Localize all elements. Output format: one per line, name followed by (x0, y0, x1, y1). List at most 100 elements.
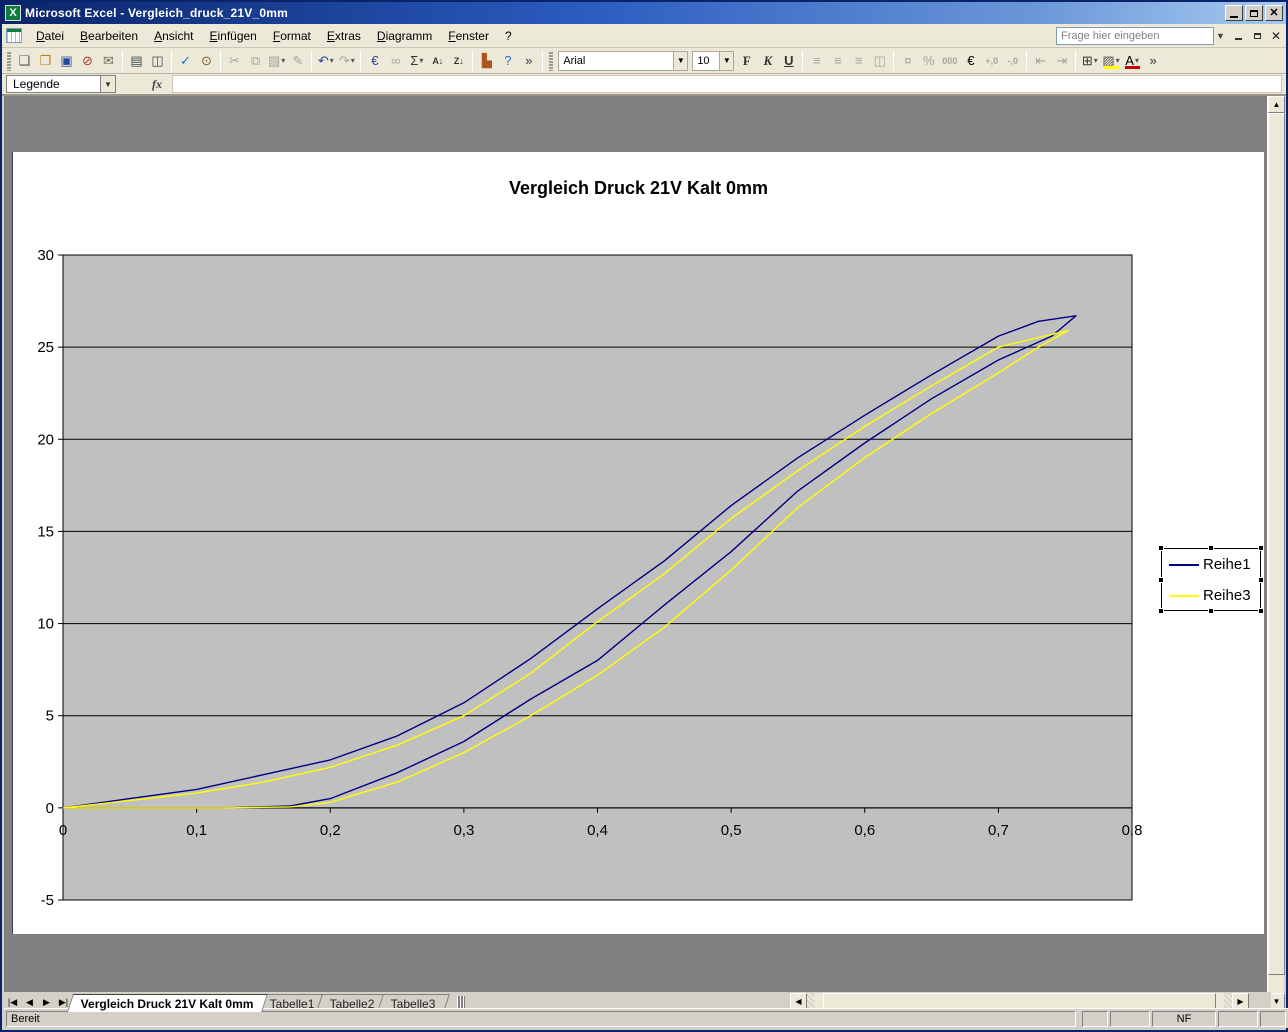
selection-handle[interactable] (1208, 545, 1214, 551)
spelling-button[interactable]: ✓ (175, 50, 196, 71)
fill-color-icon: ▨ (1102, 52, 1115, 68)
chart-wizard-button[interactable]: ▙ (476, 50, 497, 71)
align-center-button[interactable]: ≡ (827, 50, 848, 71)
question-dropdown-icon[interactable]: ▼ (1214, 27, 1227, 45)
copy-button[interactable]: ⧉ (245, 50, 266, 71)
chevron-down-icon[interactable]: ▾ (351, 56, 355, 65)
window-restore-button[interactable] (1249, 29, 1265, 43)
toolbar-grip[interactable] (7, 50, 11, 71)
decrease-decimal-button[interactable]: -,0 (1002, 50, 1023, 71)
increase-decimal-button[interactable]: +,0 (981, 50, 1002, 71)
menu-diagramm[interactable]: Diagramm (369, 26, 440, 46)
mail-button[interactable]: ✉ (98, 50, 119, 71)
font-name-combobox[interactable]: Arial ▼ (558, 50, 689, 71)
legend-entry-reihe3[interactable]: Reihe3 (1162, 580, 1260, 611)
print-button[interactable]: ▤ (126, 50, 147, 71)
research-button[interactable]: ⊙ (196, 50, 217, 71)
menu-format[interactable]: Format (265, 26, 319, 46)
underline-button[interactable]: U (778, 50, 799, 71)
borders-button[interactable]: ⊞ ▾ (1079, 50, 1100, 71)
open-button[interactable]: ❒ (35, 50, 56, 71)
paste-button[interactable]: ▨ ▾ (266, 50, 287, 71)
selection-handle[interactable] (1158, 577, 1164, 583)
align-right-button[interactable]: ≡ (848, 50, 869, 71)
selection-handle[interactable] (1258, 545, 1264, 551)
fill-color-button[interactable]: ▨ ▾ (1100, 50, 1121, 71)
italic-button[interactable]: K (757, 50, 778, 71)
minimize-button[interactable] (1225, 5, 1243, 21)
chevron-down-icon[interactable]: ▼ (673, 51, 688, 70)
chevron-down-icon[interactable]: ▾ (1094, 56, 1098, 65)
sheet-tab-vergleich-druck-21v-kalt-0mm[interactable]: Vergleich Druck 21V Kalt 0mm (67, 994, 268, 1012)
chevron-down-icon[interactable]: ▾ (419, 56, 423, 65)
font-color-button[interactable]: A ▾ (1122, 50, 1143, 71)
sort-descending-button[interactable]: Z↓ (448, 50, 469, 71)
help-button[interactable]: ? (497, 50, 518, 71)
scroll-up-button[interactable]: ▲ (1268, 96, 1285, 113)
vertical-scroll-thumb[interactable] (1268, 113, 1285, 975)
permission-button[interactable]: ⊘ (77, 50, 98, 71)
menu-ansicht[interactable]: Ansicht (146, 26, 201, 46)
formula-input[interactable] (172, 75, 1282, 93)
increase-indent-button[interactable]: ⇥ (1051, 50, 1072, 71)
selection-handle[interactable] (1258, 577, 1264, 583)
redo-button[interactable]: ↷ ▾ (336, 50, 357, 71)
toolbar-options-button[interactable]: » (518, 50, 539, 71)
menu-extras[interactable]: Extras (319, 26, 369, 46)
selection-handle[interactable] (1158, 608, 1164, 614)
selection-handle[interactable] (1258, 608, 1264, 614)
menu-einfgen[interactable]: Einfügen (201, 26, 264, 46)
selection-handle[interactable] (1158, 545, 1164, 551)
menu-fenster[interactable]: Fenster (440, 26, 497, 46)
title-bar[interactable]: X Microsoft Excel - Vergleich_druck_21V_… (2, 2, 1286, 24)
chart-plot[interactable]: 30 25 20 15 10 5 0 -5 0 0,1 0,2 0,3 0,4 0,5 0,6 0,7 0,8 (13, 152, 1265, 934)
help-icon: ? (504, 53, 512, 68)
euro-convert-button[interactable]: € (364, 50, 385, 71)
font-size-combobox[interactable]: 10 ▼ (692, 50, 735, 71)
new-button[interactable]: ❑ (14, 50, 35, 71)
chevron-down-icon[interactable]: ▾ (1135, 56, 1139, 65)
restore-button[interactable] (1245, 5, 1263, 21)
hyperlink-button[interactable]: ∞ (385, 50, 406, 71)
x-tick-label: 0,4 (587, 822, 608, 839)
chevron-down-icon[interactable]: ▾ (1116, 56, 1120, 65)
align-center-icon: ≡ (834, 53, 842, 68)
thousands-button[interactable]: 000 (939, 50, 960, 71)
merge-center-button[interactable]: ◫ (869, 50, 890, 71)
legend-entry-reihe1[interactable]: Reihe1 (1162, 549, 1260, 580)
close-button[interactable]: ✕ (1265, 5, 1283, 21)
menu-datei[interactable]: Datei (28, 26, 72, 46)
decrease-indent-button[interactable]: ⇤ (1030, 50, 1051, 71)
chart-legend[interactable]: Reihe1 Reihe3 (1158, 545, 1264, 614)
toolbar-grip[interactable] (549, 50, 554, 71)
format-painter-button[interactable]: ✎ (287, 50, 308, 71)
print-preview-button[interactable]: ◫ (147, 50, 168, 71)
euro-button[interactable]: € (960, 50, 981, 71)
selection-handle[interactable] (1208, 608, 1214, 614)
align-left-button[interactable]: ≡ (806, 50, 827, 71)
question-input[interactable]: Frage hier eingeben (1056, 26, 1214, 45)
insert-function-button[interactable]: fx (152, 77, 162, 92)
save-button[interactable]: ▣ (56, 50, 77, 71)
cut-button[interactable]: ✂ (224, 50, 245, 71)
window-close-button[interactable]: ✕ (1268, 29, 1284, 43)
name-box-dropdown-icon[interactable]: ▼ (101, 75, 116, 93)
currency-button[interactable]: ¤ (897, 50, 918, 71)
undo-button[interactable]: ↶ ▾ (315, 50, 336, 71)
toolbar-options2-button[interactable]: » (1143, 50, 1164, 71)
legend-line-sample (1169, 594, 1199, 597)
chevron-down-icon[interactable]: ▾ (330, 56, 334, 65)
menu-bearbeiten[interactable]: Bearbeiten (72, 26, 146, 46)
sort-ascending-button[interactable]: A↓ (427, 50, 448, 71)
chart-sheet-page[interactable]: Vergleich Druck 21V Kalt 0mm 30 25 20 15 10 5… (12, 152, 1264, 934)
vertical-scrollbar[interactable]: ▲ ▼ (1267, 96, 1285, 1010)
autosum-button[interactable]: Σ ▾ (406, 50, 427, 71)
percent-button[interactable]: % (918, 50, 939, 71)
name-box[interactable]: Legende (6, 75, 101, 93)
chevron-down-icon[interactable]: ▾ (281, 56, 285, 65)
sheet-tab-label: Vergleich Druck 21V Kalt 0mm (80, 996, 254, 1011)
bold-button[interactable]: F (736, 50, 757, 71)
menu-?[interactable]: ? (497, 26, 520, 46)
window-minimize-button[interactable] (1230, 29, 1246, 43)
chevron-down-icon[interactable]: ▼ (719, 51, 734, 70)
